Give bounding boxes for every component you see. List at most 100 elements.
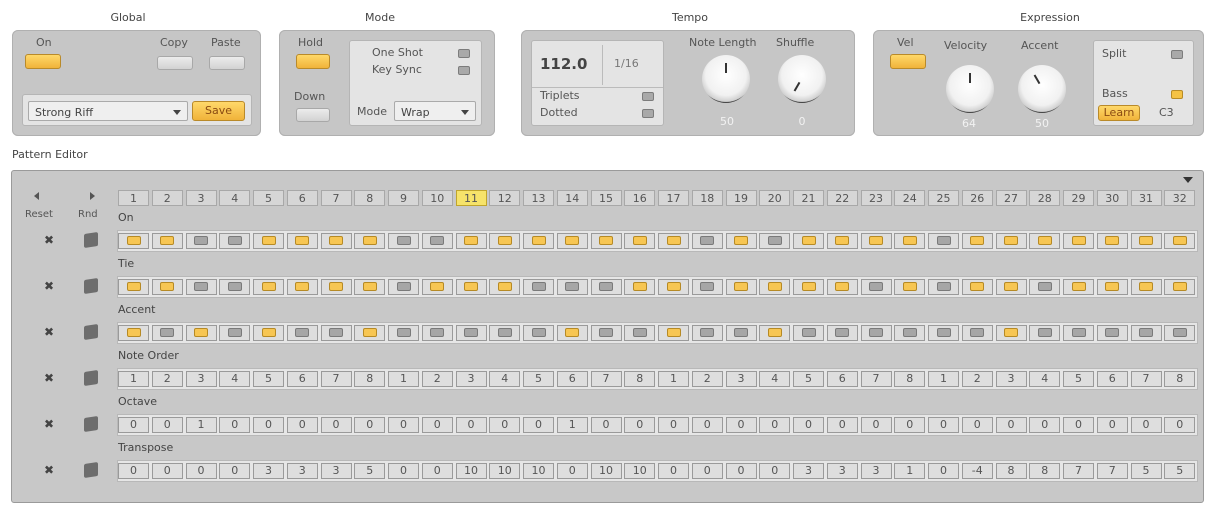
- randomize-dice-icon[interactable]: [84, 462, 98, 478]
- step-toggle[interactable]: [691, 279, 723, 295]
- step-toggle[interactable]: [759, 233, 791, 249]
- step-toggle[interactable]: [894, 325, 926, 341]
- step-value[interactable]: 0: [928, 417, 959, 433]
- step-toggle[interactable]: [995, 325, 1027, 341]
- step-toggle[interactable]: [691, 325, 723, 341]
- step-value[interactable]: 0: [388, 463, 419, 479]
- step-toggle[interactable]: [961, 233, 993, 249]
- step-toggle[interactable]: [793, 233, 824, 249]
- step-toggle[interactable]: [455, 325, 487, 341]
- reset-row-icon[interactable]: ✖: [42, 325, 56, 339]
- step-value[interactable]: 6: [1096, 371, 1128, 387]
- step-value[interactable]: 0: [1063, 417, 1094, 433]
- step-toggle[interactable]: [658, 325, 689, 341]
- step-toggle[interactable]: [759, 325, 791, 341]
- step-value[interactable]: 8: [354, 371, 386, 387]
- step-value[interactable]: 0: [590, 417, 622, 433]
- step-value[interactable]: 5: [253, 371, 284, 387]
- step-value[interactable]: 0: [624, 417, 656, 433]
- step-value[interactable]: 0: [691, 417, 723, 433]
- step-toggle[interactable]: [1164, 279, 1196, 295]
- step-value[interactable]: 10: [590, 463, 622, 479]
- step-toggle[interactable]: [590, 279, 622, 295]
- step-toggle[interactable]: [658, 233, 689, 249]
- step-value[interactable]: 0: [928, 463, 959, 479]
- step-toggle[interactable]: [1063, 233, 1094, 249]
- step-toggle[interactable]: [725, 233, 757, 249]
- step-value[interactable]: 5: [1164, 463, 1196, 479]
- global-on-button[interactable]: [25, 54, 61, 69]
- reset-row-icon[interactable]: ✖: [42, 233, 56, 247]
- step-toggle[interactable]: [826, 325, 858, 341]
- shuffle-knob[interactable]: [778, 55, 826, 103]
- step-value[interactable]: 10: [624, 463, 656, 479]
- step-value[interactable]: 0: [421, 417, 453, 433]
- step-toggle[interactable]: [1096, 233, 1128, 249]
- step-toggle[interactable]: [860, 279, 892, 295]
- step-toggle[interactable]: [590, 325, 622, 341]
- copy-button[interactable]: [157, 56, 193, 70]
- reset-row-icon[interactable]: ✖: [42, 371, 56, 385]
- step-toggle[interactable]: [1164, 233, 1196, 249]
- step-value[interactable]: 0: [860, 417, 892, 433]
- reset-row-icon[interactable]: ✖: [42, 279, 56, 293]
- step-value[interactable]: 1: [118, 371, 149, 387]
- step-toggle[interactable]: [1130, 233, 1162, 249]
- learn-button[interactable]: Learn: [1098, 105, 1140, 121]
- step-toggle[interactable]: [185, 233, 217, 249]
- step-value[interactable]: 5: [793, 371, 824, 387]
- step-toggle[interactable]: [658, 279, 689, 295]
- step-value[interactable]: 0: [658, 417, 689, 433]
- step-toggle[interactable]: [118, 325, 149, 341]
- key-sync-toggle[interactable]: [458, 66, 470, 75]
- step-toggle[interactable]: [894, 233, 926, 249]
- bass-toggle[interactable]: [1171, 90, 1183, 99]
- step-toggle[interactable]: [421, 279, 453, 295]
- step-value[interactable]: 8: [1029, 463, 1061, 479]
- step-value[interactable]: 2: [961, 371, 993, 387]
- step-toggle[interactable]: [556, 233, 588, 249]
- step-value[interactable]: 5: [523, 371, 554, 387]
- step-value[interactable]: 6: [826, 371, 858, 387]
- step-toggle[interactable]: [185, 325, 217, 341]
- hold-button[interactable]: [296, 54, 330, 69]
- step-value[interactable]: 10: [523, 463, 554, 479]
- step-toggle[interactable]: [489, 233, 521, 249]
- step-toggle[interactable]: [455, 279, 487, 295]
- step-toggle[interactable]: [556, 325, 588, 341]
- step-value[interactable]: 7: [1096, 463, 1128, 479]
- preset-select[interactable]: Strong Riff: [28, 101, 188, 121]
- step-toggle[interactable]: [354, 233, 386, 249]
- step-value[interactable]: 4: [489, 371, 521, 387]
- step-value[interactable]: -4: [961, 463, 993, 479]
- step-toggle[interactable]: [826, 233, 858, 249]
- step-value[interactable]: 1: [388, 371, 419, 387]
- step-value[interactable]: 3: [793, 463, 824, 479]
- split-toggle[interactable]: [1171, 50, 1183, 59]
- step-toggle[interactable]: [1130, 325, 1162, 341]
- step-value[interactable]: 0: [1130, 417, 1162, 433]
- down-button[interactable]: [296, 108, 330, 122]
- step-toggle[interactable]: [421, 325, 453, 341]
- step-toggle[interactable]: [320, 233, 352, 249]
- step-value[interactable]: 1: [928, 371, 959, 387]
- step-value[interactable]: 2: [691, 371, 723, 387]
- step-value[interactable]: 0: [151, 463, 183, 479]
- step-toggle[interactable]: [151, 279, 183, 295]
- step-value[interactable]: 0: [793, 417, 824, 433]
- step-toggle[interactable]: [556, 279, 588, 295]
- step-toggle[interactable]: [523, 279, 554, 295]
- step-value[interactable]: 2: [421, 371, 453, 387]
- step-toggle[interactable]: [961, 325, 993, 341]
- step-toggle[interactable]: [624, 325, 656, 341]
- step-value[interactable]: 0: [455, 417, 487, 433]
- step-toggle[interactable]: [286, 233, 318, 249]
- step-value[interactable]: 5: [354, 463, 386, 479]
- randomize-dice-icon[interactable]: [84, 416, 98, 432]
- step-value[interactable]: 0: [354, 417, 386, 433]
- mode-select[interactable]: Wrap: [394, 101, 476, 121]
- note-length-knob[interactable]: [702, 55, 750, 103]
- step-value[interactable]: 0: [219, 463, 251, 479]
- step-toggle[interactable]: [455, 233, 487, 249]
- step-value[interactable]: 4: [759, 371, 791, 387]
